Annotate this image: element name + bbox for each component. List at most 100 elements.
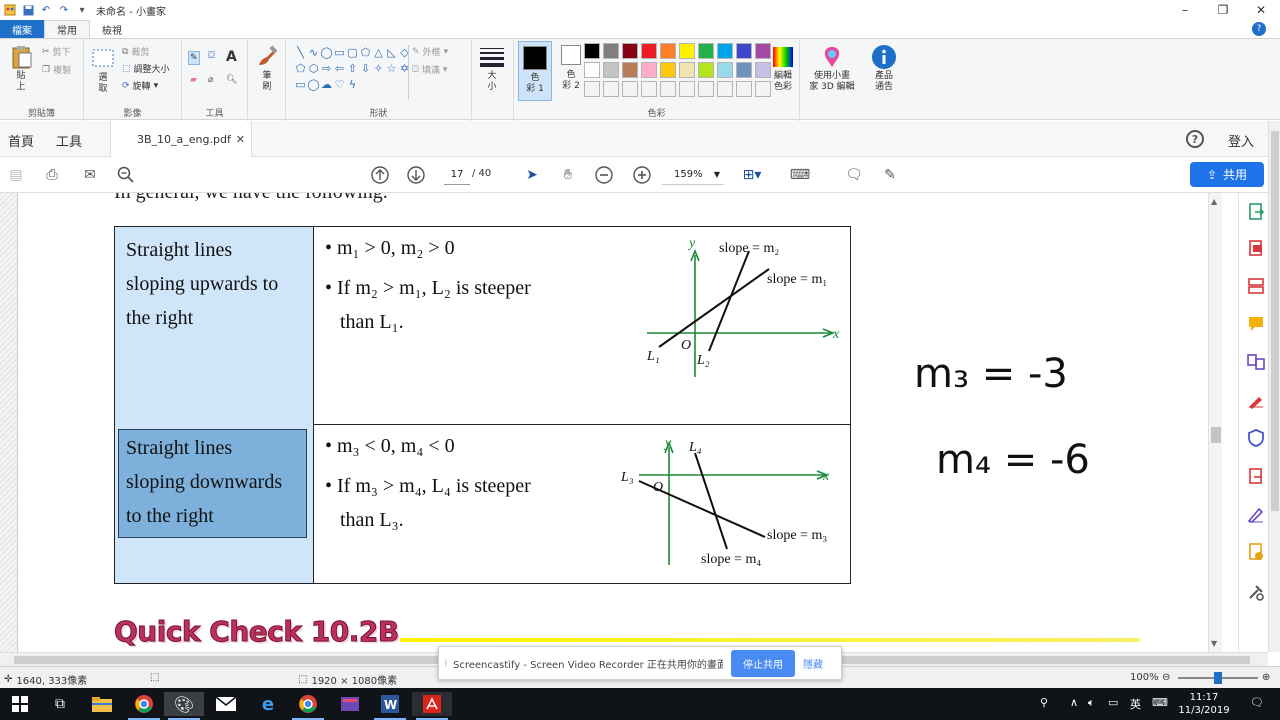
previous-page-icon[interactable] [370,165,390,185]
mail-button[interactable] [206,692,246,716]
palette-swatch[interactable] [660,43,676,59]
paint3d-button[interactable]: 使用小畫 家 3D 編輯 [806,45,858,93]
more-tools-icon[interactable] [1247,583,1265,601]
paint-vertical-scrollbar[interactable] [1268,121,1280,652]
scrollbar-thumb[interactable] [1211,427,1221,443]
palette-swatch[interactable] [603,81,619,97]
palette-swatch[interactable] [679,43,695,59]
palette-swatch[interactable] [717,81,733,97]
stop-sharing-button[interactable]: 停止共用 [731,649,795,677]
palette-swatch[interactable] [736,62,752,78]
word-button[interactable]: W [370,692,410,720]
export-file-icon[interactable] [1247,543,1265,561]
system-clock[interactable]: 11:17 11/3/2019 [1176,691,1232,717]
palette-swatch[interactable] [641,43,657,59]
shape-gallery[interactable]: ╲ ∿ ◯ ▭ ▢ ⬠ △ ◺ ◇ ⬠ ⬡ ⇨ ⇦ ⇧ ⇩ ✧ ☆ ✡ ▭ ◯ ☁ ♡ ϟ [294,45,414,93]
zoom-slider[interactable] [1178,672,1258,684]
minimize-icon[interactable]: – [1166,0,1204,20]
pencil-tool[interactable]: ✎ [188,51,200,65]
highlight-pen-icon[interactable]: ✎ [880,165,900,185]
palette-swatch[interactable] [584,81,600,97]
document-tab[interactable]: 3B_10_a_eng.pdf ✕ [110,121,252,157]
rect-shape-icon[interactable]: ▭ [333,45,346,61]
acrobat-taskbar-button[interactable] [412,692,452,720]
arrow-right-shape-icon[interactable]: ⇨ [320,61,333,77]
palette-swatch[interactable] [603,62,619,78]
product-notice-button[interactable]: 產品 通告 [868,45,900,93]
diamond-shape-icon[interactable]: ◇ [398,45,411,61]
color-palette[interactable] [584,43,774,100]
star4-shape-icon[interactable]: ✧ [372,61,385,77]
hexagon-shape-icon[interactable]: ⬡ [307,61,320,77]
text-tool[interactable]: A [226,49,237,65]
close-icon[interactable]: ✕ [1242,0,1280,20]
zoom-slider-knob[interactable] [1214,672,1222,684]
network-icon[interactable]: ▭ [1108,696,1118,709]
crop-button[interactable]: ⧉ 裁剪 [122,45,149,59]
volume-icon[interactable]: 🔈︎ [1088,696,1095,710]
palette-swatch[interactable] [698,81,714,97]
tray-chevron-up-icon[interactable]: ∧ [1070,696,1078,709]
color2-button[interactable]: 色 彩 2 [556,45,586,92]
help-icon[interactable]: ? [1252,22,1266,36]
login-link[interactable]: 登入 [1228,131,1254,150]
color1-button[interactable]: 色 彩 1 [518,41,552,101]
document-view[interactable]: In general, we have the following. Strai… [0,193,1268,652]
tab-home[interactable]: 常用 [44,20,90,38]
people-icon[interactable]: ⚲ [1040,696,1048,709]
color-picker-tool[interactable]: ⌀ [208,75,213,85]
paint-taskbar-button[interactable]: 🎨︎ [164,692,204,720]
polygon-shape-icon[interactable]: ⬠ [359,45,372,61]
palette-swatch[interactable] [736,81,752,97]
keyboard-layout-icon[interactable]: ⌨ [1152,696,1168,709]
page-number-input[interactable]: 17 [444,165,470,185]
tab-view[interactable]: 檢視 [90,20,134,38]
protect-icon[interactable] [1247,429,1265,447]
export-pdf-icon[interactable] [1247,203,1265,221]
copy-button[interactable]: ❐ 複製 [42,63,71,77]
brush-button[interactable]: 筆 刷 [254,45,280,93]
redo-icon[interactable]: ↷ [58,4,70,16]
document-scrollbar[interactable]: ▲ ▼ [1208,193,1222,652]
magnifier-tool[interactable]: 🔍︎ [226,75,237,85]
file-explorer-button[interactable] [82,692,122,716]
keyboard-icon[interactable]: ⌨ [790,165,810,185]
zoom-in-icon[interactable]: ⊕ [1262,672,1270,683]
lightning-shape-icon[interactable]: ϟ [346,77,359,93]
callout-cloud-shape-icon[interactable]: ☁ [320,77,333,93]
edit-pdf-icon[interactable] [1247,505,1265,523]
eraser-tool[interactable]: ▰ [190,75,197,85]
create-pdf-icon[interactable] [1247,239,1265,257]
palette-swatch[interactable] [641,81,657,97]
size-button[interactable]: 大 小 [478,45,506,93]
right-triangle-shape-icon[interactable]: ◺ [385,45,398,61]
palette-swatch[interactable] [679,62,695,78]
next-page-icon[interactable] [406,165,426,185]
print-icon[interactable]: ⎙ [42,165,62,185]
ime-indicator[interactable]: 英 [1130,696,1141,712]
zoom-out-icon[interactable] [594,165,614,185]
pentagon-shape-icon[interactable]: ⬠ [294,61,307,77]
heart-shape-icon[interactable]: ♡ [333,77,346,93]
edit-colors-button[interactable]: 編輯 色彩 [768,45,798,93]
fit-page-icon[interactable]: ⊞▾ [742,165,762,185]
organize-pages-icon[interactable] [1247,277,1265,295]
task-view-button[interactable]: ⧉ [40,692,80,716]
paste-button[interactable]: 貼 上 [8,45,34,93]
rotate-button[interactable]: ⟳ 旋轉 ▾ [122,79,158,93]
palette-swatch[interactable] [660,81,676,97]
edge-button[interactable]: e [248,692,288,716]
help-icon[interactable]: ? [1186,130,1204,148]
send-for-review-icon[interactable] [1247,467,1265,485]
share-button[interactable]: ⇪ 共用 [1190,162,1264,187]
star5-shape-icon[interactable]: ☆ [385,61,398,77]
media-app-button[interactable] [330,692,370,716]
hand-tool-icon[interactable]: ✋︎ [558,165,578,185]
save-icon[interactable] [22,4,34,16]
fill-sign-icon[interactable] [1247,391,1265,409]
palette-swatch[interactable] [584,43,600,59]
cut-button[interactable]: ✂ 剪下 [42,45,71,59]
select-button[interactable]: 選 取 [90,47,116,95]
search-icon[interactable] [116,165,136,185]
maximize-icon[interactable]: ❐ [1204,0,1242,20]
